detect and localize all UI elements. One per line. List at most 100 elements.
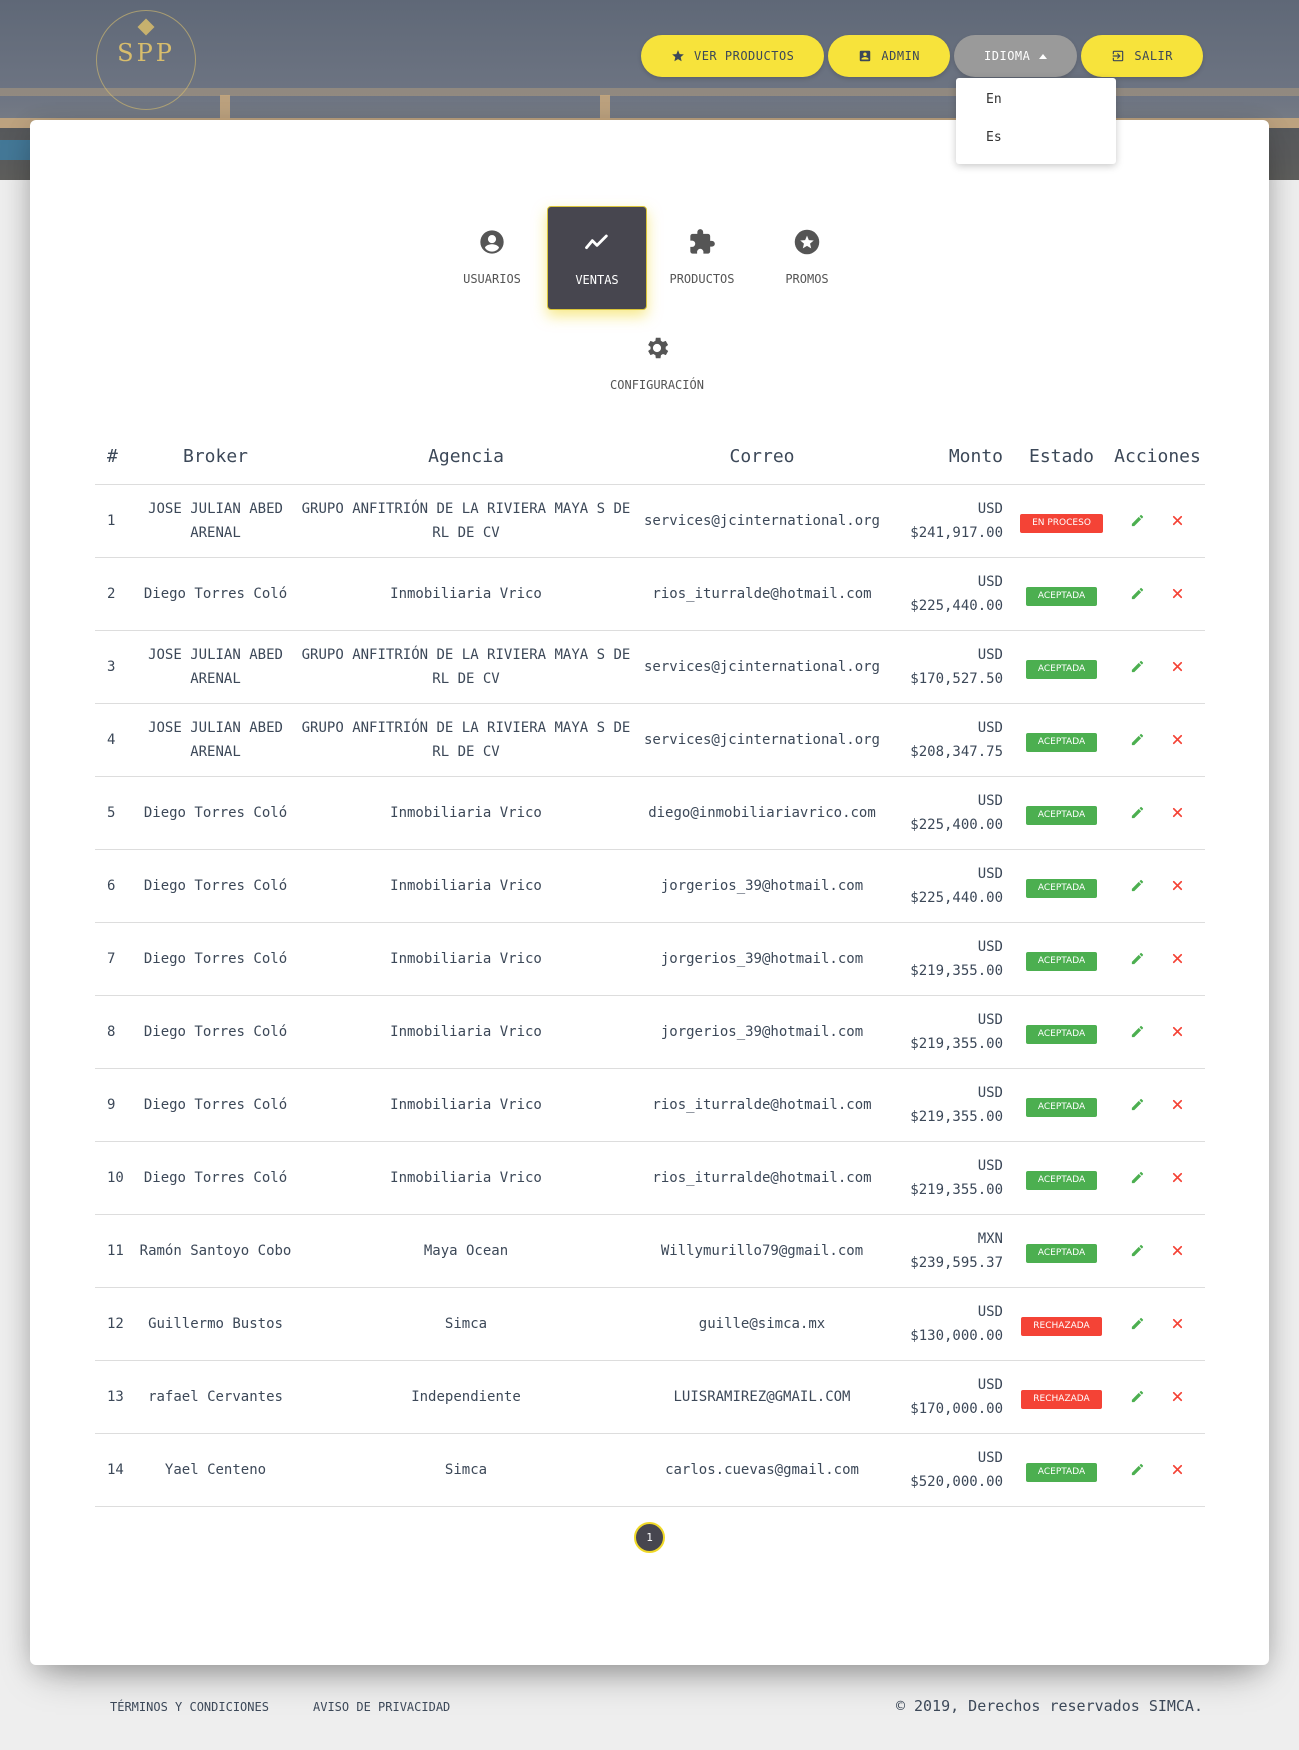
table-row: 1 JOSE JULIAN ABED ARENAL GRUPO ANFITRIÓN … — [95, 484, 1205, 558]
tab-productos[interactable]: PRODUCTOS — [652, 206, 752, 310]
tab-usuarios[interactable]: USUARIOS — [442, 206, 542, 310]
delete-icon[interactable] — [1170, 1170, 1186, 1186]
row-number: 14 — [95, 1433, 133, 1507]
row-estado: EN PROCESO — [1013, 484, 1110, 558]
row-currency: USD — [977, 719, 1003, 736]
row-monto: USD $219,355.00 — [890, 1068, 1013, 1142]
idioma-button[interactable]: IDIOMA — [954, 35, 1078, 77]
delete-icon[interactable] — [1170, 951, 1186, 967]
edit-icon[interactable] — [1130, 1243, 1146, 1259]
delete-icon[interactable] — [1170, 586, 1186, 602]
status-badge: ACEPTADA — [1025, 1024, 1098, 1044]
delete-icon[interactable] — [1170, 732, 1186, 748]
edit-icon[interactable] — [1130, 1097, 1146, 1113]
language-option-es[interactable]: Es — [956, 125, 1116, 163]
edit-icon[interactable] — [1130, 1462, 1146, 1478]
row-correo: jorgerios_39@hotmail.com — [634, 849, 890, 923]
row-acciones — [1110, 922, 1205, 996]
ver-productos-label: VER PRODUCTOS — [693, 49, 795, 63]
edit-icon[interactable] — [1130, 1170, 1146, 1186]
table-row: 2 Diego Torres Coló Inmobiliaria Vrico rios… — [95, 557, 1205, 631]
star-icon — [671, 49, 685, 63]
delete-icon[interactable] — [1170, 1389, 1186, 1405]
row-monto: USD $170,000.00 — [890, 1360, 1013, 1434]
pagination-page-1[interactable]: 1 — [634, 1522, 665, 1553]
row-amount: $208,347.75 — [910, 743, 1003, 760]
row-number: 7 — [95, 922, 133, 996]
delete-icon[interactable] — [1170, 659, 1186, 675]
row-broker: JOSE JULIAN ABED ARENAL — [133, 703, 298, 777]
row-currency: USD — [977, 500, 1003, 517]
salir-button[interactable]: SALIR — [1081, 35, 1203, 77]
row-correo: jorgerios_39@hotmail.com — [634, 995, 890, 1069]
delete-icon[interactable] — [1170, 805, 1186, 821]
row-acciones — [1110, 630, 1205, 704]
status-badge: ACEPTADA — [1025, 659, 1098, 679]
row-monto: USD $219,355.00 — [890, 922, 1013, 996]
delete-icon[interactable] — [1170, 1024, 1186, 1040]
row-broker: Diego Torres Coló — [133, 776, 298, 850]
delete-icon[interactable] — [1170, 1243, 1186, 1259]
row-acciones — [1110, 1433, 1205, 1507]
terms-link[interactable]: TÉRMINOS Y CONDICIONES — [110, 1700, 269, 1714]
edit-icon[interactable] — [1130, 659, 1146, 675]
edit-icon[interactable] — [1130, 805, 1146, 821]
admin-label: ADMIN — [881, 49, 921, 63]
row-currency: USD — [977, 1303, 1003, 1320]
row-number: 5 — [95, 776, 133, 850]
table-row: 8 Diego Torres Coló Inmobiliaria Vrico jorg… — [95, 995, 1205, 1069]
row-number: 4 — [95, 703, 133, 777]
sales-table: # Broker Agencia Correo Monto Estado Acc… — [95, 430, 1205, 1507]
tab-promos[interactable]: PROMOS — [757, 206, 857, 310]
row-broker: Ramón Santoyo Cobo — [133, 1214, 298, 1288]
row-agencia: GRUPO ANFITRIÓN DE LA RIVIERA MAYA S DE … — [298, 703, 634, 777]
row-number: 10 — [95, 1141, 133, 1215]
edit-icon[interactable] — [1130, 586, 1146, 602]
tab-configuracion[interactable]: CONFIGURACIÓN — [592, 312, 722, 416]
language-option-en[interactable]: En — [956, 87, 1116, 125]
edit-icon[interactable] — [1130, 732, 1146, 748]
row-estado: ACEPTADA — [1013, 849, 1110, 923]
table-row: 13 rafael Cervantes Independiente LUISRAMIR… — [95, 1360, 1205, 1434]
delete-icon[interactable] — [1170, 513, 1186, 529]
tab-ventas[interactable]: VENTAS — [547, 206, 647, 310]
edit-icon[interactable] — [1130, 1389, 1146, 1405]
row-amount: $219,355.00 — [910, 1035, 1003, 1052]
ver-productos-button[interactable]: VER PRODUCTOS — [640, 35, 825, 77]
delete-icon[interactable] — [1170, 1316, 1186, 1332]
table-row: 5 Diego Torres Coló Inmobiliaria Vrico dieg… — [95, 776, 1205, 850]
idioma-label: IDIOMA — [984, 49, 1031, 63]
table-body: 1 JOSE JULIAN ABED ARENAL GRUPO ANFITRIÓN … — [95, 484, 1205, 1507]
row-estado: ACEPTADA — [1013, 1141, 1110, 1215]
edit-icon[interactable] — [1130, 878, 1146, 894]
copyright-brand: SIMCA. — [1148, 1697, 1203, 1715]
delete-icon[interactable] — [1170, 1462, 1186, 1478]
account-box-icon — [858, 49, 872, 63]
row-agencia: Inmobiliaria Vrico — [298, 1068, 634, 1142]
puzzle-icon — [688, 228, 716, 256]
edit-icon[interactable] — [1130, 513, 1146, 529]
admin-button[interactable]: ADMIN — [828, 35, 951, 77]
row-monto: USD $219,355.00 — [890, 995, 1013, 1069]
gear-icon — [643, 334, 671, 362]
delete-icon[interactable] — [1170, 1097, 1186, 1113]
row-number: 12 — [95, 1287, 133, 1361]
row-number: 9 — [95, 1068, 133, 1142]
row-correo: jorgerios_39@hotmail.com — [634, 922, 890, 996]
edit-icon[interactable] — [1130, 1316, 1146, 1332]
row-acciones — [1110, 1068, 1205, 1142]
copyright: © 2019, Derechos reservados SIMCA. — [896, 1697, 1203, 1715]
row-broker: Diego Torres Coló — [133, 995, 298, 1069]
privacy-link[interactable]: AVISO DE PRIVACIDAD — [313, 1700, 450, 1714]
row-agencia: Inmobiliaria Vrico — [298, 849, 634, 923]
row-currency: USD — [977, 1376, 1003, 1393]
edit-icon[interactable] — [1130, 1024, 1146, 1040]
top-nav: VER PRODUCTOS ADMIN IDIOMA SALIR — [640, 35, 1203, 77]
edit-icon[interactable] — [1130, 951, 1146, 967]
row-estado: ACEPTADA — [1013, 557, 1110, 631]
row-currency: USD — [977, 646, 1003, 663]
row-agencia: GRUPO ANFITRIÓN DE LA RIVIERA MAYA S DE … — [298, 630, 634, 704]
logo[interactable]: SPP — [96, 10, 196, 110]
row-estado: ACEPTADA — [1013, 922, 1110, 996]
delete-icon[interactable] — [1170, 878, 1186, 894]
